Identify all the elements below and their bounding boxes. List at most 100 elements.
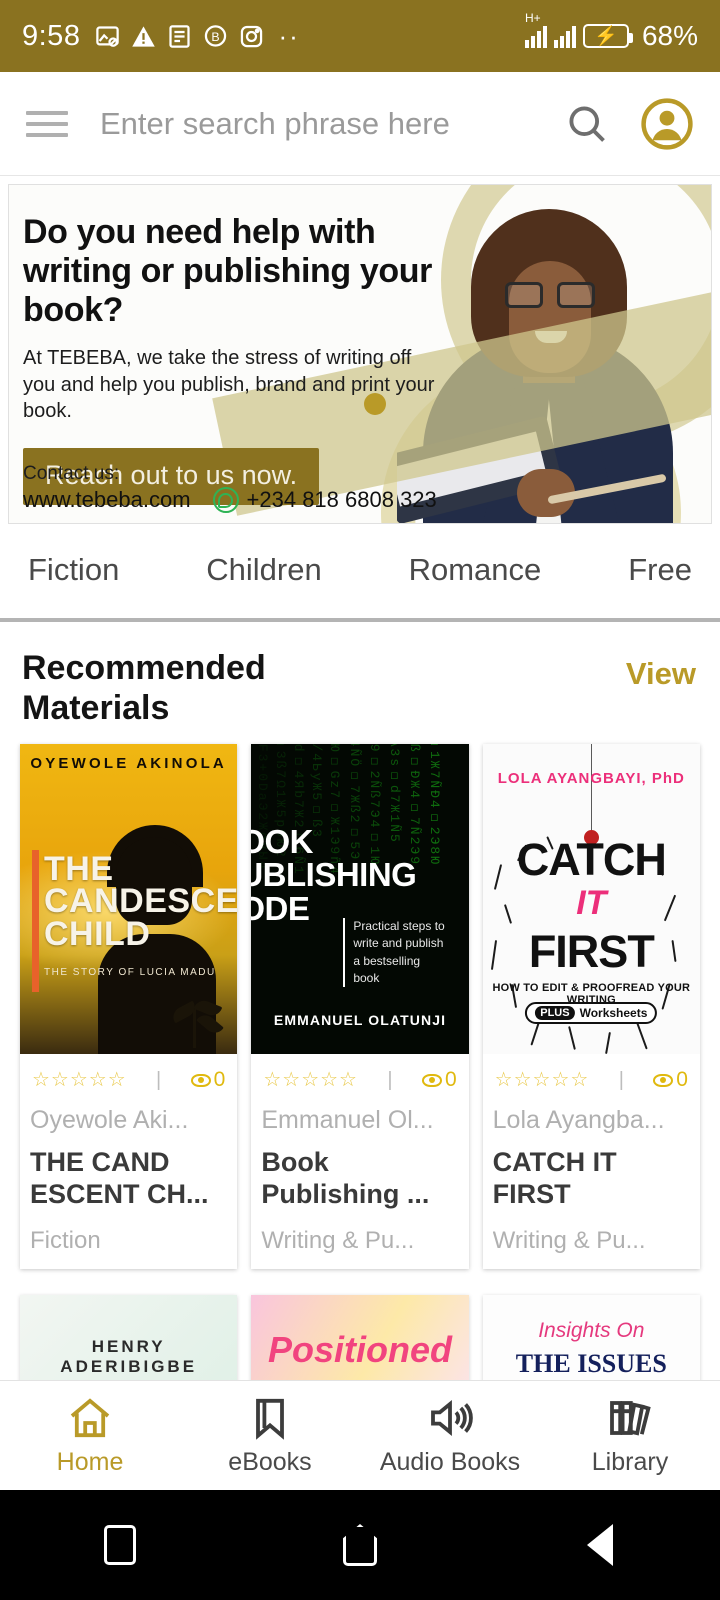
status-bar: 9:58 B ·· ⚡ 68% (0, 0, 720, 72)
book-title: CATCH IT FIRST (492, 1147, 617, 1210)
section-title: Recommended Materials (22, 649, 266, 728)
nav-item-ebooks[interactable]: eBooks (180, 1394, 360, 1477)
back-button[interactable] (480, 1524, 720, 1566)
status-right-cluster: ⚡ 68% (524, 11, 698, 52)
cover-word-3: FIRST (528, 926, 655, 978)
home-icon (70, 1398, 110, 1438)
contact-us-label: Contact us: (23, 463, 120, 485)
view-count-value: 0 (444, 1068, 457, 1092)
rating-stars: ☆☆☆☆☆ (32, 1069, 127, 1092)
hamburger-icon[interactable] (26, 110, 68, 137)
view-all-link[interactable]: View (626, 656, 696, 692)
cover-title-line-1: THE (44, 849, 114, 888)
back-triangle-icon (587, 1524, 613, 1566)
cover-title-line-2: CANDESCENT (44, 882, 238, 921)
nav-item-library[interactable]: Library (540, 1394, 720, 1477)
category-tab-free[interactable]: Free (628, 552, 692, 588)
book-meta-row: ☆☆☆☆☆ | 0 (261, 1064, 458, 1094)
account-circle-icon[interactable] (640, 97, 694, 151)
svg-text:B: B (212, 30, 220, 44)
view-count: 0 (653, 1068, 688, 1092)
promo-banner[interactable]: Do you need help with writing or publish… (8, 184, 712, 524)
banner-contact-block: Contact us: www.tebeba.com +234 818 6808… (23, 461, 437, 513)
meta-divider: | (618, 1068, 624, 1091)
book-card-body: ☆☆☆☆☆ | 0 Oyewole Aki... THE CAND ESCENT… (20, 1054, 237, 1269)
banner-title: Do you need help with writing or publish… (23, 213, 432, 329)
signal-strength-2-icon (553, 24, 576, 48)
view-count: 0 (190, 1068, 226, 1092)
book-cover: 7F3+0DaЭ2Жq8Ы4 Z◻3ß7Ω1Ж5p9Ю2 Ўd◻4Яb7Ж2◻6… (251, 744, 469, 1055)
bookmark-icon (256, 1398, 284, 1440)
whatsapp-icon (212, 487, 239, 513)
android-system-nav (0, 1490, 720, 1600)
messenger-b-icon: B (205, 24, 227, 47)
category-tab-children[interactable]: Children (206, 552, 321, 588)
book-meta-row: ☆☆☆☆☆ | 0 (30, 1064, 227, 1094)
category-tab-fiction[interactable]: Fiction (28, 552, 119, 588)
cover-plus-badge: PLUS Worksheets (525, 1002, 658, 1025)
book-meta-row: ☆☆☆☆☆ | 0 (493, 1064, 690, 1094)
cover-word-2: IT (576, 884, 607, 923)
cover-subtitle-text: THE STORY OF LUCIA MADU (44, 967, 216, 979)
book-cover-text-2: THE ISSUES (515, 1349, 667, 1379)
nav-label-library: Library (591, 1448, 669, 1476)
book-cover-text: HENRY ADERIBIGBE (60, 1337, 198, 1377)
status-time: 9:58 (22, 19, 81, 52)
recents-button[interactable] (0, 1525, 240, 1565)
book-category: Writing & Pu... (492, 1227, 646, 1255)
banner-phone[interactable]: +234 818 6808 323 (247, 487, 437, 513)
cover-description-text: Practical steps to write and publish a b… (343, 917, 449, 988)
rating-stars: ☆☆☆☆☆ (263, 1069, 358, 1092)
banner-website[interactable]: www.tebeba.com (23, 487, 191, 513)
app-screen: 9:58 B ·· ⚡ 68% (0, 0, 720, 1600)
cover-title-line-1: OOK (251, 822, 313, 860)
news-icon (169, 24, 191, 48)
battery-charging-icon: ⚡ (582, 24, 633, 48)
cover-title-line-2: UBLISHING (251, 856, 417, 894)
category-tab-romance[interactable]: Romance (409, 552, 542, 588)
cover-title-line-3: CHILD (44, 914, 151, 953)
book-cover-text-1: Insights On (538, 1319, 645, 1343)
book-category: Writing & Pu... (261, 1227, 415, 1255)
book-card[interactable]: LOLA AYANGBAYI, PhD CATCH IT FIRST HOW T… (482, 744, 700, 1270)
home-button[interactable] (240, 1524, 480, 1566)
nav-item-audio-books[interactable]: Audio Books (360, 1394, 540, 1477)
cover-badge-text: Worksheets (579, 1006, 648, 1021)
app-header (0, 72, 720, 176)
recommended-section-header: Recommended Materials View (0, 622, 720, 744)
book-card[interactable]: 7F3+0DaЭ2Жq8Ы4 Z◻3ß7Ω1Ж5p9Ю2 Ўd◻4Яb7Ж2◻6… (251, 744, 469, 1270)
banner-content: Do you need help with writing or publish… (9, 185, 439, 506)
search-input[interactable] (100, 105, 552, 142)
promo-banner-wrapper: Do you need help with writing or publish… (0, 176, 720, 524)
book-cover-text: Positioned (267, 1329, 452, 1371)
book-cover: OYEWOLE AKINOLA THE CANDESCENT CHILD THE… (20, 744, 238, 1055)
cover-author-text: LOLA AYANGBAYI, PhD (497, 770, 685, 788)
eye-icon (190, 1073, 211, 1087)
book-card[interactable]: OYEWOLE AKINOLA THE CANDESCENT CHILD THE… (20, 744, 238, 1270)
meta-divider: | (387, 1068, 393, 1091)
eye-icon (653, 1073, 674, 1087)
book-card-body: ☆☆☆☆☆ | 0 Lola Ayangba... CATCH IT FIRST… (483, 1054, 700, 1269)
book-title: THE CAND ESCENT CH... (30, 1147, 209, 1210)
category-tabs: Fiction Children Romance Free (0, 524, 720, 622)
bottom-navigation: Home eBooks Audio Books Library (0, 1380, 720, 1490)
signal-strength-1-icon (524, 11, 547, 48)
search-icon[interactable] (560, 97, 614, 151)
nav-item-home[interactable]: Home (0, 1394, 180, 1477)
warning-icon (132, 25, 156, 47)
instagram-icon (241, 25, 263, 47)
book-author: Oyewole Aki... (30, 1106, 189, 1135)
book-card-body: ☆☆☆☆☆ | 0 Emmanuel Ol... Book Publishing… (251, 1054, 468, 1269)
image-blocked-icon (96, 25, 120, 47)
rating-stars: ☆☆☆☆☆ (494, 1069, 590, 1092)
nav-label-ebooks: eBooks (228, 1448, 312, 1476)
home-pentagon-icon (343, 1524, 377, 1566)
view-count-value: 0 (213, 1068, 226, 1092)
book-author: Lola Ayangba... (492, 1106, 665, 1135)
speaker-icon (431, 1399, 473, 1437)
recents-square-icon (104, 1525, 136, 1565)
nav-label-home: Home (56, 1448, 124, 1476)
book-author: Emmanuel Ol... (261, 1106, 434, 1135)
meta-divider: | (156, 1068, 162, 1091)
battery-percent: 68% (641, 20, 698, 51)
